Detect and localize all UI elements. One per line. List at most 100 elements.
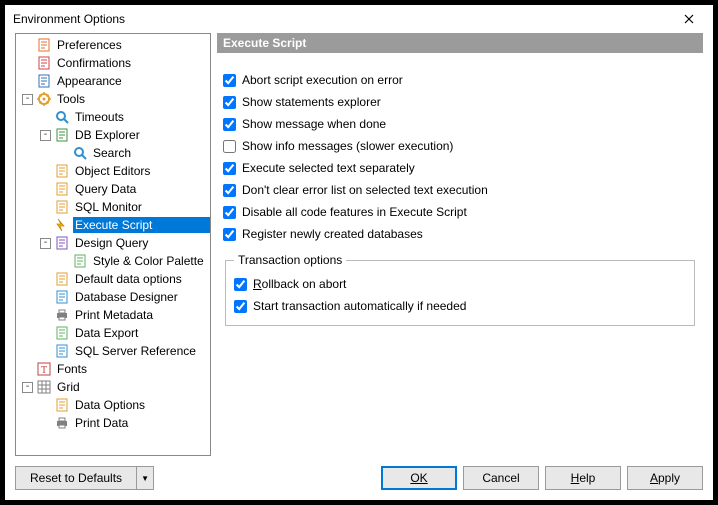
search-icon: [72, 145, 88, 161]
fonts-icon: T: [36, 361, 52, 377]
tree-node-label: Grid: [55, 379, 210, 395]
tree-node-fonts[interactable]: T Fonts: [16, 360, 210, 378]
ok-button[interactable]: OK: [381, 466, 457, 490]
tree-spacer: [40, 220, 51, 231]
checkbox-exec_sel[interactable]: [223, 162, 236, 175]
tree-node-label: Timeouts: [73, 109, 210, 125]
tree-node-object-editors[interactable]: Object Editors: [16, 162, 210, 180]
option-label: Show statements explorer: [242, 95, 381, 109]
dbdesign-icon: [54, 289, 70, 305]
tree-node-print-data[interactable]: Print Data: [16, 414, 210, 432]
tree-spacer: [40, 166, 51, 177]
tree-node-label: Data Options: [73, 397, 210, 413]
option-auto_tx: Start transaction automatically if neede…: [234, 295, 686, 317]
tree-spacer: [40, 328, 51, 339]
tree-node-default-data-options[interactable]: Default data options: [16, 270, 210, 288]
tree-node-style-color-palette[interactable]: Style & Color Palette: [16, 252, 210, 270]
tree-node-appearance[interactable]: Appearance: [16, 72, 210, 90]
tree-node-label: Default data options: [73, 271, 210, 287]
printdata-icon: [54, 415, 70, 431]
collapse-icon[interactable]: -: [40, 238, 51, 249]
tree-node-label: Query Data: [73, 181, 210, 197]
checkbox-no_clear[interactable]: [223, 184, 236, 197]
tree-node-db-explorer[interactable]: -DB Explorer: [16, 126, 210, 144]
environment-options-dialog: Environment Options Preferences Confirmat…: [4, 4, 714, 501]
option-label: Disable all code features in Execute Scr…: [242, 205, 467, 219]
close-button[interactable]: [667, 6, 711, 32]
cancel-button[interactable]: Cancel: [463, 466, 539, 490]
checkbox-show_stmt[interactable]: [223, 96, 236, 109]
tree-node-label: SQL Server Reference: [73, 343, 210, 359]
transaction-legend: Transaction options: [234, 253, 346, 267]
tree-spacer: [22, 58, 33, 69]
checkbox-rollback[interactable]: [234, 278, 247, 291]
dbexplorer-icon: [54, 127, 70, 143]
panel-header: Execute Script: [217, 33, 703, 53]
option-rollback: Rollback on abort: [234, 273, 686, 295]
reset-defaults-label: Reset to Defaults: [16, 467, 137, 489]
tree-node-print-metadata[interactable]: Print Metadata: [16, 306, 210, 324]
tree-node-label: Confirmations: [55, 55, 210, 71]
tree-node-grid[interactable]: - Grid: [16, 378, 210, 396]
dropdown-arrow-icon[interactable]: ▼: [137, 467, 153, 489]
tree-node-label: SQL Monitor: [73, 199, 210, 215]
collapse-icon[interactable]: -: [40, 130, 51, 141]
panel-title: Execute Script: [223, 36, 306, 50]
tree-spacer: [40, 184, 51, 195]
print-icon: [54, 307, 70, 323]
export-icon: [54, 325, 70, 341]
tree-node-search[interactable]: Search: [16, 144, 210, 162]
collapse-icon[interactable]: -: [22, 382, 33, 393]
option-label: Rollback on abort: [253, 277, 346, 291]
tree-spacer: [40, 274, 51, 285]
tree-node-label: Search: [91, 145, 210, 161]
tree-spacer: [40, 112, 51, 123]
checkbox-show_msg[interactable]: [223, 118, 236, 131]
tree-node-sql-monitor[interactable]: SQL Monitor: [16, 198, 210, 216]
checkbox-abort[interactable]: [223, 74, 236, 87]
tree-node-data-export[interactable]: Data Export: [16, 324, 210, 342]
dataopt-icon: [54, 397, 70, 413]
tree-node-timeouts[interactable]: Timeouts: [16, 108, 210, 126]
tree-node-preferences[interactable]: Preferences: [16, 36, 210, 54]
sqlmonitor-icon: [54, 199, 70, 215]
option-label: Register newly created databases: [242, 227, 423, 241]
svg-text:T: T: [41, 365, 47, 376]
panel-body: Abort script execution on errorShow stat…: [217, 53, 703, 332]
option-show_msg: Show message when done: [223, 113, 697, 135]
tools-icon: [36, 91, 52, 107]
apply-button[interactable]: Apply: [627, 466, 703, 490]
options-tree[interactable]: Preferences ConfirmationsAppearance - Tools…: [15, 33, 211, 456]
tree-node-query-data[interactable]: Query Data: [16, 180, 210, 198]
tree-node-tools[interactable]: - Tools: [16, 90, 210, 108]
checkbox-disable_feat[interactable]: [223, 206, 236, 219]
confirm-icon: [36, 55, 52, 71]
tree-node-database-designer[interactable]: Database Designer: [16, 288, 210, 306]
tree-node-execute-script[interactable]: Execute Script: [16, 216, 210, 234]
tree-node-label: Tools: [55, 91, 210, 107]
tree-spacer: [40, 292, 51, 303]
tree-node-confirmations[interactable]: Confirmations: [16, 54, 210, 72]
option-show_info: Show info messages (slower execution): [223, 135, 697, 157]
tree-node-label: Execute Script: [73, 217, 210, 233]
reset-defaults-button[interactable]: Reset to Defaults ▼: [15, 466, 154, 490]
help-button[interactable]: Help: [545, 466, 621, 490]
collapse-icon[interactable]: -: [22, 94, 33, 105]
appearance-icon: [36, 73, 52, 89]
window-title: Environment Options: [13, 12, 667, 26]
querydata-icon: [54, 181, 70, 197]
tree-node-label: Fonts: [55, 361, 210, 377]
tree-node-label: Preferences: [55, 37, 210, 53]
tree-node-label: Design Query: [73, 235, 210, 251]
checkbox-register_db[interactable]: [223, 228, 236, 241]
tree-node-sql-server-reference[interactable]: SQL Server Reference: [16, 342, 210, 360]
option-label: Start transaction automatically if neede…: [253, 299, 466, 313]
tree-node-label: Data Export: [73, 325, 210, 341]
checkbox-show_info[interactable]: [223, 140, 236, 153]
option-no_clear: Don't clear error list on selected text …: [223, 179, 697, 201]
tree-node-data-options[interactable]: Data Options: [16, 396, 210, 414]
palette-icon: [72, 253, 88, 269]
tree-node-design-query[interactable]: - Design Query: [16, 234, 210, 252]
checkbox-auto_tx[interactable]: [234, 300, 247, 313]
option-label: Don't clear error list on selected text …: [242, 183, 488, 197]
